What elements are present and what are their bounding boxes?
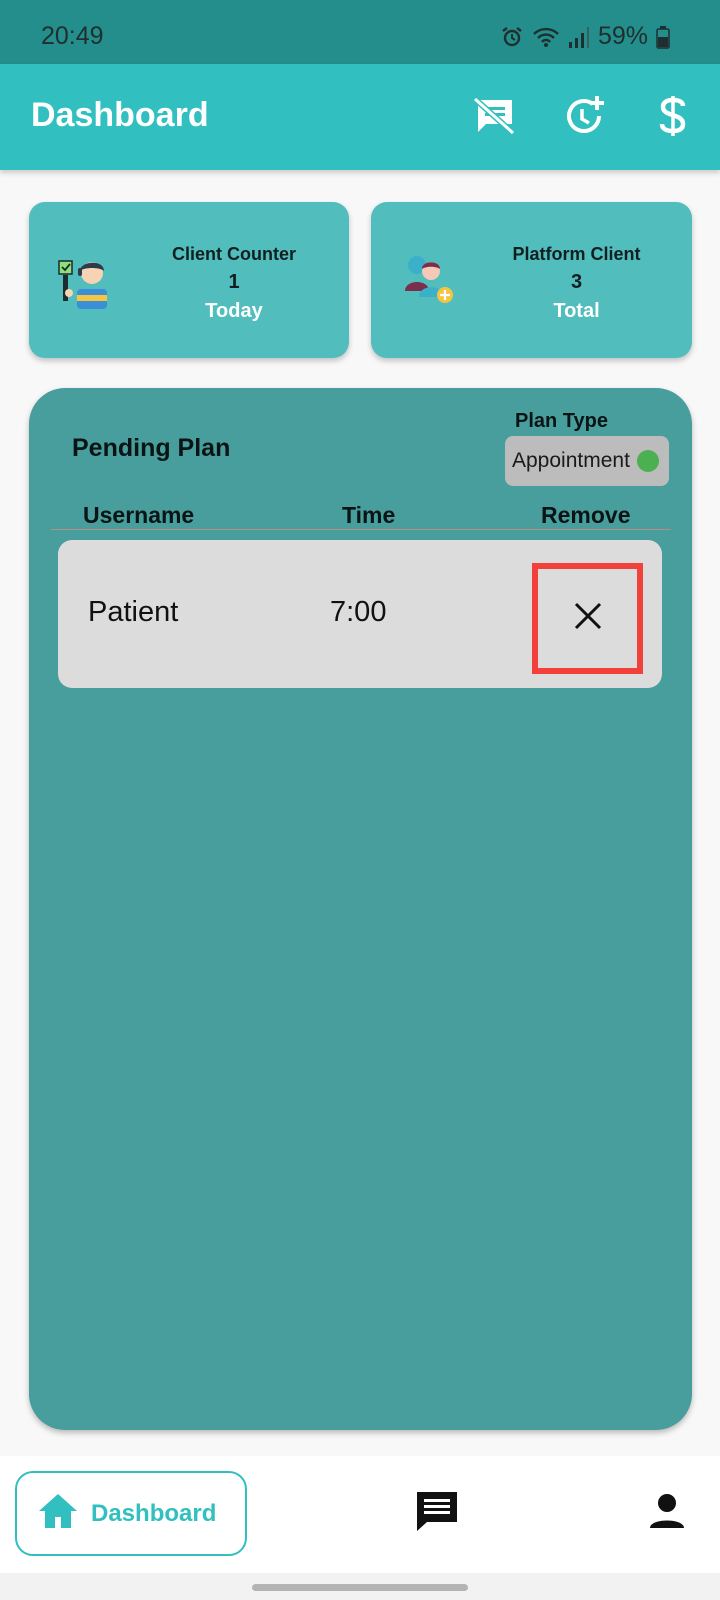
plan-type-selector[interactable]: Appointment xyxy=(505,436,669,486)
pending-plan-title: Pending Plan xyxy=(72,434,231,462)
card-value: 3 xyxy=(570,271,583,293)
client-counter-text: Client Counter 1 Today xyxy=(129,244,339,323)
plan-type-status-dot xyxy=(636,450,659,472)
person-icon xyxy=(649,1493,685,1534)
status-bar: 20:49 59% xyxy=(0,0,720,64)
header-divider xyxy=(51,529,671,530)
app-bar: Dashboard xyxy=(0,64,720,170)
column-header-time: Time xyxy=(342,502,396,528)
column-header-username: Username xyxy=(83,502,195,528)
remove-button[interactable] xyxy=(532,563,643,674)
plan-type-label: Plan Type xyxy=(515,410,608,432)
add-alarm-icon xyxy=(563,94,607,143)
column-header-remove: Remove xyxy=(541,502,631,528)
status-time: 20:49 xyxy=(41,22,104,50)
nav-profile[interactable] xyxy=(642,1488,692,1538)
card-subtitle: Today xyxy=(205,300,263,322)
pending-plan-panel: Pending Plan Plan Type Appointment Usern… xyxy=(29,388,692,1430)
card-title: Platform Client xyxy=(512,244,641,264)
nav-dashboard-label: Dashboard xyxy=(91,1499,217,1527)
wifi-icon xyxy=(532,25,560,49)
plan-type-value: Appointment xyxy=(512,449,630,472)
client-avatar-icon xyxy=(57,249,115,311)
add-alarm-button[interactable] xyxy=(561,94,609,142)
home-icon xyxy=(37,1492,79,1535)
page-title: Dashboard xyxy=(31,96,209,134)
battery-percent: 59% xyxy=(597,22,648,50)
status-icons: 59% xyxy=(500,22,670,51)
alarm-icon xyxy=(500,25,524,49)
bottom-nav: Dashboard xyxy=(0,1456,720,1573)
dollar-icon xyxy=(658,94,688,143)
close-icon xyxy=(573,601,603,636)
add-users-icon xyxy=(401,249,459,311)
signal-icon xyxy=(568,25,590,49)
chat-icon xyxy=(415,1490,459,1537)
row-time: 7:00 xyxy=(330,596,387,628)
nav-dashboard[interactable]: Dashboard xyxy=(15,1471,247,1556)
row-username: Patient xyxy=(88,596,179,628)
table-row: Patient 7:00 xyxy=(58,540,662,688)
client-counter-card[interactable]: Client Counter 1 Today xyxy=(29,202,349,358)
card-title: Client Counter xyxy=(172,244,296,264)
card-value: 1 xyxy=(228,271,240,293)
platform-client-text: Platform Client 3 Total xyxy=(471,244,682,323)
nav-chat[interactable] xyxy=(412,1488,462,1538)
platform-client-card[interactable]: Platform Client 3 Total xyxy=(371,202,692,358)
speaker-notes-off-icon xyxy=(472,96,516,141)
speaker-notes-off-button[interactable] xyxy=(470,94,518,142)
gesture-handle[interactable] xyxy=(252,1584,468,1591)
card-subtitle: Total xyxy=(553,300,600,322)
battery-icon xyxy=(656,25,670,49)
payments-button[interactable] xyxy=(649,94,697,142)
